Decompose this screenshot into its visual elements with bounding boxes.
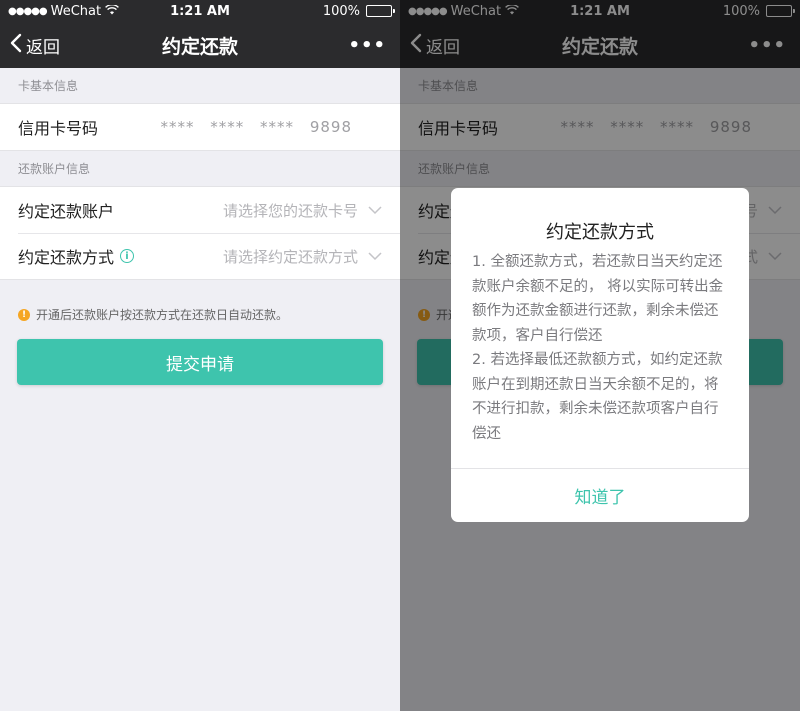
nav-bar: 返回 约定还款 ••• xyxy=(0,22,400,68)
more-button[interactable]: ••• xyxy=(348,35,400,56)
repay-method-label: 约定还款方式 xyxy=(18,248,115,267)
chevron-left-icon xyxy=(10,33,22,58)
phone-left: ●●●●● WeChat 1:21 AM 100% 返回 约定还款 ••• 卡基… xyxy=(0,0,400,711)
chevron-down-icon xyxy=(368,251,382,261)
submit-button[interactable]: 提交申请 xyxy=(17,339,383,385)
repay-section-header: 还款账户信息 xyxy=(18,162,91,176)
signal-icon: ●●●●● xyxy=(8,5,48,17)
dialog-item-1: 1. 全额还款方式，若还款日当天约定还款账户余额不足的， 将以实际可转出金额作为… xyxy=(472,254,724,344)
chevron-down-icon xyxy=(368,205,382,215)
warning-icon: ! xyxy=(18,308,30,321)
repay-method-dialog: 约定还款方式 1. 全额还款方式，若还款日当天约定还款账户余额不足的， 将以实际… xyxy=(451,188,749,522)
back-button[interactable]: 返回 xyxy=(0,33,60,58)
wifi-icon xyxy=(105,3,120,19)
dialog-title: 约定还款方式 xyxy=(546,222,654,243)
repay-group: 约定还款账户 请选择您的还款卡号 约定还款方式 i 请选择约定还款方式 xyxy=(0,186,400,280)
battery-percent: 100% xyxy=(322,3,360,19)
dialog-confirm-button[interactable]: 知道了 xyxy=(451,468,749,522)
notice-text: 开通后还款账户按还款方式在还款日自动还款。 xyxy=(36,308,289,322)
repay-method-placeholder: 请选择约定还款方式 xyxy=(222,247,358,266)
notice: ! 开通后还款账户按还款方式在还款日自动还款。 xyxy=(0,280,400,323)
card-number-row: 信用卡号码 **** **** **** 9898 xyxy=(0,104,400,150)
card-group: 信用卡号码 **** **** **** 9898 xyxy=(0,103,400,151)
back-label: 返回 xyxy=(26,37,60,58)
card-number-label: 信用卡号码 xyxy=(18,119,99,138)
dialog-body: 1. 全额还款方式，若还款日当天约定还款账户余额不足的， 将以实际可转出金额作为… xyxy=(451,250,749,468)
card-section-header: 卡基本信息 xyxy=(18,79,79,93)
screenshot-stage: ●●●●● WeChat 1:21 AM 100% 返回 约定还款 ••• 卡基… xyxy=(0,0,800,711)
repay-account-placeholder: 请选择您的还款卡号 xyxy=(222,201,358,220)
repay-account-label: 约定还款账户 xyxy=(18,202,115,221)
battery-icon xyxy=(366,5,395,17)
info-icon[interactable]: i xyxy=(120,249,135,263)
repay-account-row[interactable]: 约定还款账户 请选择您的还款卡号 xyxy=(0,187,400,233)
page-title: 约定还款 xyxy=(161,35,238,58)
dialog-item-2: 2. 若选择最低还款额方式，如约定还款账户在到期还款日当天余额不足的，将不进行扣… xyxy=(472,352,723,442)
card-number-value: **** **** **** 9898 xyxy=(160,118,352,136)
phone-right: ●●●●● WeChat 1:21 AM 100% 返回 约定还款 ••• 卡基… xyxy=(400,0,800,711)
repay-method-row[interactable]: 约定还款方式 i 请选择约定还款方式 xyxy=(0,233,400,279)
carrier-name: WeChat xyxy=(50,3,102,19)
status-bar: ●●●●● WeChat 1:21 AM 100% xyxy=(0,0,400,22)
